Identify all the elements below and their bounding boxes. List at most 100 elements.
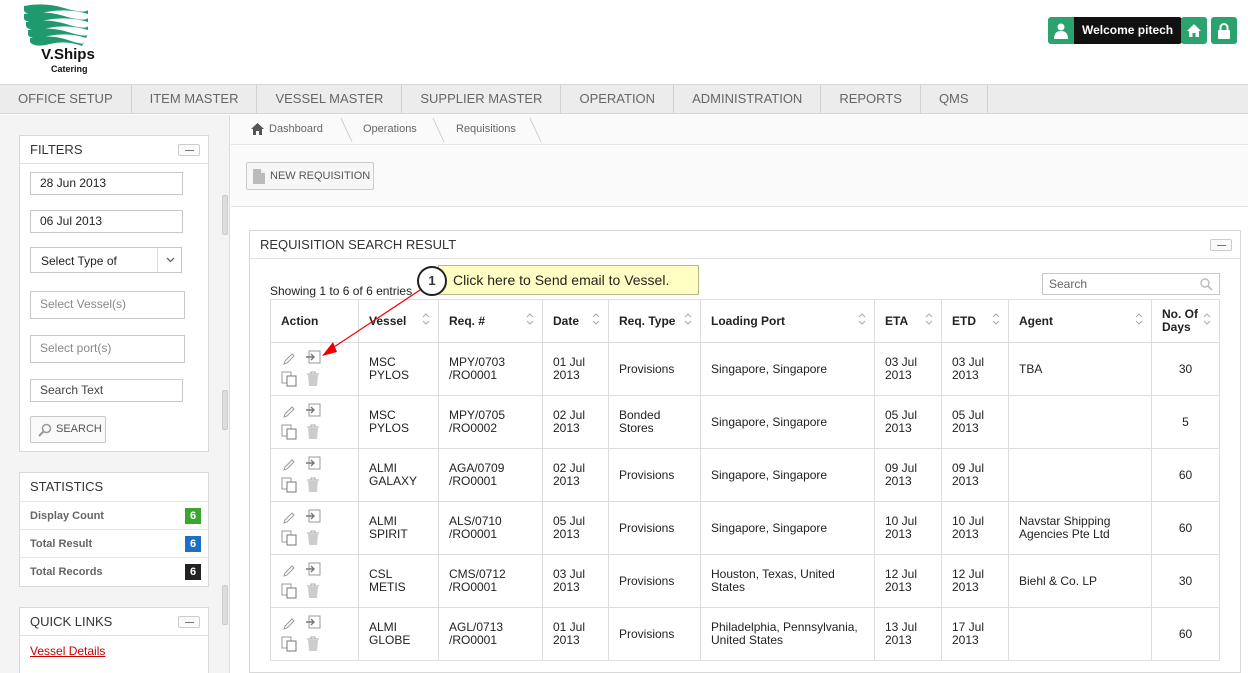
- breadcrumb-operations[interactable]: Operations: [363, 123, 417, 135]
- type-select[interactable]: Select Type of: [30, 247, 182, 273]
- table-cell: 03 Jul 2013: [941, 342, 1009, 396]
- copy-icon[interactable]: [281, 530, 299, 546]
- breadcrumb-dashboard[interactable]: Dashboard: [269, 123, 323, 135]
- send-email-icon[interactable]: [305, 349, 323, 365]
- edit-icon[interactable]: [281, 457, 299, 473]
- delete-icon[interactable]: [305, 477, 323, 493]
- logo-subtitle: Catering: [51, 64, 88, 74]
- stat-display-count: Display Count 6: [20, 501, 208, 529]
- copy-icon[interactable]: [281, 371, 299, 387]
- logout-button[interactable]: [1211, 17, 1237, 44]
- stat-total-records: Total Records 6: [20, 557, 208, 585]
- collapse-button[interactable]: [178, 616, 200, 628]
- column-header[interactable]: Loading Port: [700, 299, 875, 343]
- logo-title: V.Ships: [41, 46, 95, 63]
- copy-icon[interactable]: [281, 636, 299, 652]
- edit-icon[interactable]: [281, 563, 299, 579]
- date-from-input[interactable]: 28 Jun 2013: [30, 172, 183, 195]
- table-cell: 17 Jul 2013: [941, 607, 1009, 661]
- results-panel: REQUISITION SEARCH RESULT Showing 1 to 6…: [249, 230, 1241, 673]
- port-select-input[interactable]: Select port(s): [30, 335, 185, 363]
- column-header-label: Vessel: [369, 314, 407, 328]
- nav-administration[interactable]: ADMINISTRATION: [674, 85, 822, 113]
- table-cell: 09 Jul 2013: [874, 448, 942, 502]
- copy-icon[interactable]: [281, 583, 299, 599]
- table-cell: Singapore, Singapore: [700, 395, 875, 449]
- collapse-button[interactable]: [1210, 239, 1232, 251]
- table-cell: Philadelphia, Pennsylvania, United State…: [700, 607, 875, 661]
- vessel-select-input[interactable]: Select Vessel(s): [30, 291, 185, 319]
- nav-office-setup[interactable]: OFFICE SETUP: [0, 85, 132, 113]
- nav-operation[interactable]: OPERATION: [561, 85, 675, 113]
- table-cell: 05 Jul 2013: [874, 395, 942, 449]
- table-cell: Provisions: [608, 554, 701, 608]
- nav-reports[interactable]: REPORTS: [821, 85, 921, 113]
- drag-handle[interactable]: [222, 585, 228, 625]
- copy-icon[interactable]: [281, 477, 299, 493]
- drag-handle[interactable]: [222, 195, 228, 235]
- delete-icon[interactable]: [305, 371, 323, 387]
- table-cell: MPY/0703 /RO0001: [438, 342, 543, 396]
- table-cell: Singapore, Singapore: [700, 342, 875, 396]
- collapse-button[interactable]: [178, 144, 200, 156]
- edit-icon[interactable]: [281, 351, 299, 367]
- column-header[interactable]: Req. Type: [608, 299, 701, 343]
- edit-icon[interactable]: [281, 616, 299, 632]
- column-header[interactable]: Vessel: [358, 299, 439, 343]
- sort-icon: [684, 312, 692, 326]
- delete-icon[interactable]: [305, 530, 323, 546]
- nav-qms[interactable]: QMS: [921, 85, 988, 113]
- vessel-details-link[interactable]: Vessel Details: [20, 636, 208, 666]
- table-cell: ALS/0710 /RO0001: [438, 501, 543, 555]
- table-cell: 12 Jul 2013: [941, 554, 1009, 608]
- column-header-label: ETD: [952, 314, 976, 328]
- home-button[interactable]: [1181, 17, 1207, 44]
- sort-icon: [526, 312, 534, 326]
- table-cell: 30: [1151, 554, 1220, 608]
- table-cell: Singapore, Singapore: [700, 501, 875, 555]
- edit-icon[interactable]: [281, 404, 299, 420]
- table-cell: Singapore, Singapore: [700, 448, 875, 502]
- table-cell: Bonded Stores: [608, 395, 701, 449]
- column-header[interactable]: No. Of Days: [1151, 299, 1220, 343]
- sort-icon: [422, 312, 430, 326]
- table-cell: Houston, Texas, United States: [700, 554, 875, 608]
- nav-supplier-master[interactable]: SUPPLIER MASTER: [402, 85, 562, 113]
- table-cell: 5: [1151, 395, 1220, 449]
- column-header[interactable]: ETA: [874, 299, 942, 343]
- send-email-icon[interactable]: [305, 561, 323, 577]
- breadcrumb-requisitions[interactable]: Requisitions: [456, 123, 516, 135]
- drag-handle[interactable]: [222, 390, 228, 430]
- table-cell: ALMI GLOBE: [358, 607, 439, 661]
- new-requisition-button[interactable]: NEW REQUISITION: [246, 162, 374, 190]
- delete-icon[interactable]: [305, 636, 323, 652]
- edit-icon[interactable]: [281, 510, 299, 526]
- search-button[interactable]: SEARCH: [30, 416, 106, 443]
- table-cell: 03 Jul 2013: [542, 554, 609, 608]
- copy-icon[interactable]: [281, 424, 299, 440]
- send-email-icon[interactable]: [305, 455, 323, 471]
- date-to-input[interactable]: 06 Jul 2013: [30, 210, 183, 233]
- column-header[interactable]: Req. #: [438, 299, 543, 343]
- sidebar: FILTERS 28 Jun 2013 06 Jul 2013 Select T…: [0, 115, 220, 673]
- delete-icon[interactable]: [305, 424, 323, 440]
- table-search-input[interactable]: Search: [1042, 273, 1220, 295]
- search-text-input[interactable]: Search Text: [30, 379, 183, 402]
- column-header[interactable]: Date: [542, 299, 609, 343]
- nav-item-master[interactable]: ITEM MASTER: [132, 85, 258, 113]
- statistics-panel: STATISTICS Display Count 6 Total Result 6 …: [19, 472, 209, 587]
- column-header[interactable]: Agent: [1008, 299, 1152, 343]
- send-email-icon[interactable]: [305, 402, 323, 418]
- send-email-icon[interactable]: [305, 508, 323, 524]
- search-icon: [1200, 278, 1213, 291]
- welcome-badge[interactable]: Welcome pitech: [1048, 17, 1183, 44]
- breadcrumb-separator: [518, 118, 542, 142]
- send-email-icon[interactable]: [305, 614, 323, 630]
- status-badge: 6: [185, 564, 201, 580]
- sidebar-splitter[interactable]: [220, 115, 230, 673]
- column-header[interactable]: ETD: [941, 299, 1009, 343]
- delete-icon[interactable]: [305, 583, 323, 599]
- table-cell: TBA: [1008, 342, 1152, 396]
- nav-vessel-master[interactable]: VESSEL MASTER: [257, 85, 403, 113]
- table-cell: Navstar Shipping Agencies Pte Ltd: [1008, 501, 1152, 555]
